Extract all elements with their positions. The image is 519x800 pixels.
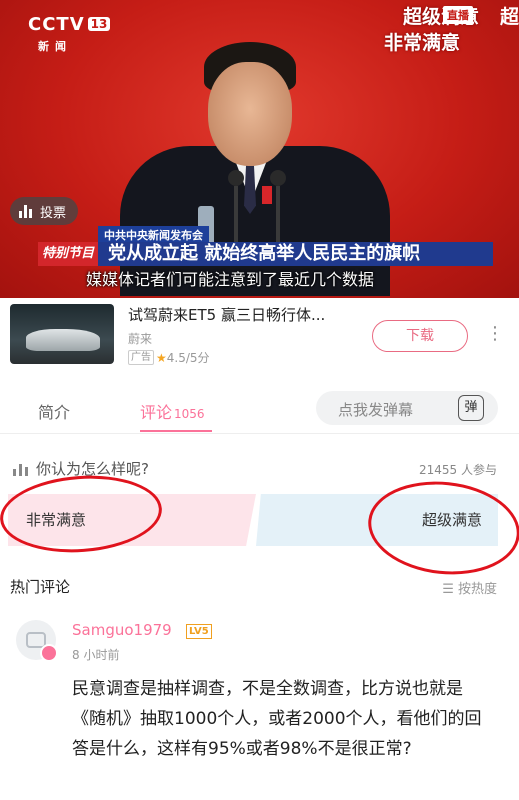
star-icon: ★ [156,351,167,365]
active-tab-indicator [140,430,212,432]
danmaku-placeholder: 点我发弹幕 [338,401,414,419]
download-button[interactable]: 下载 [372,320,468,352]
poll-option-super-satisfied[interactable]: 超级满意 [256,494,498,546]
tab-intro[interactable]: 简介 [38,399,70,423]
banner-headline: 党从成立起 就始终高举人民民主的旗帜 [98,242,493,266]
comment-username[interactable]: Samguo1979 [72,621,172,639]
ad-thumbnail [10,304,114,364]
desk-flag [262,186,272,204]
poll-option-very-satisfied[interactable]: 非常满意 [8,494,256,546]
vote-button-label: 投票 [40,205,67,221]
comment-time: 8 小时前 [72,648,120,662]
video-subtitle: 媒媒体记者们可能注意到了最近几个数据 [86,270,375,289]
avatar[interactable] [16,620,58,662]
sort-button[interactable]: ☰ 按热度 [442,578,497,597]
tab-comments[interactable]: 评论 1056 [140,399,205,423]
avatar-badge [40,644,58,662]
video-player[interactable]: CCTV 13 新闻 超级满意 直播 超 非常满意 投票 中共中央新闻发布会 特别… [0,0,519,298]
ad-badge: 广告 [128,350,154,365]
danmaku-input[interactable]: 点我发弹幕 弹 [316,391,498,425]
vote-button[interactable]: 投票 [10,197,79,225]
user-level-badge: LV5 [186,624,212,639]
overlay-text-very-satisfied: 非常满意 [384,32,461,54]
ad-rating: ★4.5/5分 [156,351,210,365]
tab-bar: 简介 评论 1056 点我发弹幕 弹 [0,385,519,434]
comments-count: 1056 [174,407,205,421]
sort-icon: ☰ [442,582,454,597]
poll-icon [13,463,28,476]
live-badge: 直播 [443,6,473,24]
poll-question: 你认为怎么样呢? [12,458,149,479]
car-image [26,329,100,351]
ad-card[interactable]: 试驾蔚来ET5 赢三日畅行体... 蔚来 广告 ★4.5/5分 下载 ⋮ [0,298,519,376]
ad-advertiser: 蔚来 [128,332,153,346]
overlay-edge-text: 超 [499,6,519,28]
banner-tag: 特别节目 [38,242,98,266]
danmaku-toggle-icon[interactable]: 弹 [458,395,484,421]
channel-logo: CCTV 13 新闻 [28,14,111,54]
bar-chart-icon [18,204,34,218]
speaker-head [208,62,292,166]
more-options-icon[interactable]: ⋮ [486,324,504,344]
hot-comments-title: 热门评论 [10,578,71,596]
ad-title: 试驾蔚来ET5 赢三日畅行体... [128,306,326,324]
news-banner: 中共中央新闻发布会 特别节目 党从成立起 就始终高举人民民主的旗帜 [0,226,519,268]
poll-participants: 21455 人参与 [419,463,497,477]
comment-text: 民意调查是抽样调查，不是全数调查，比方说也就是《随机》抽取1000个人，或者20… [72,679,482,759]
